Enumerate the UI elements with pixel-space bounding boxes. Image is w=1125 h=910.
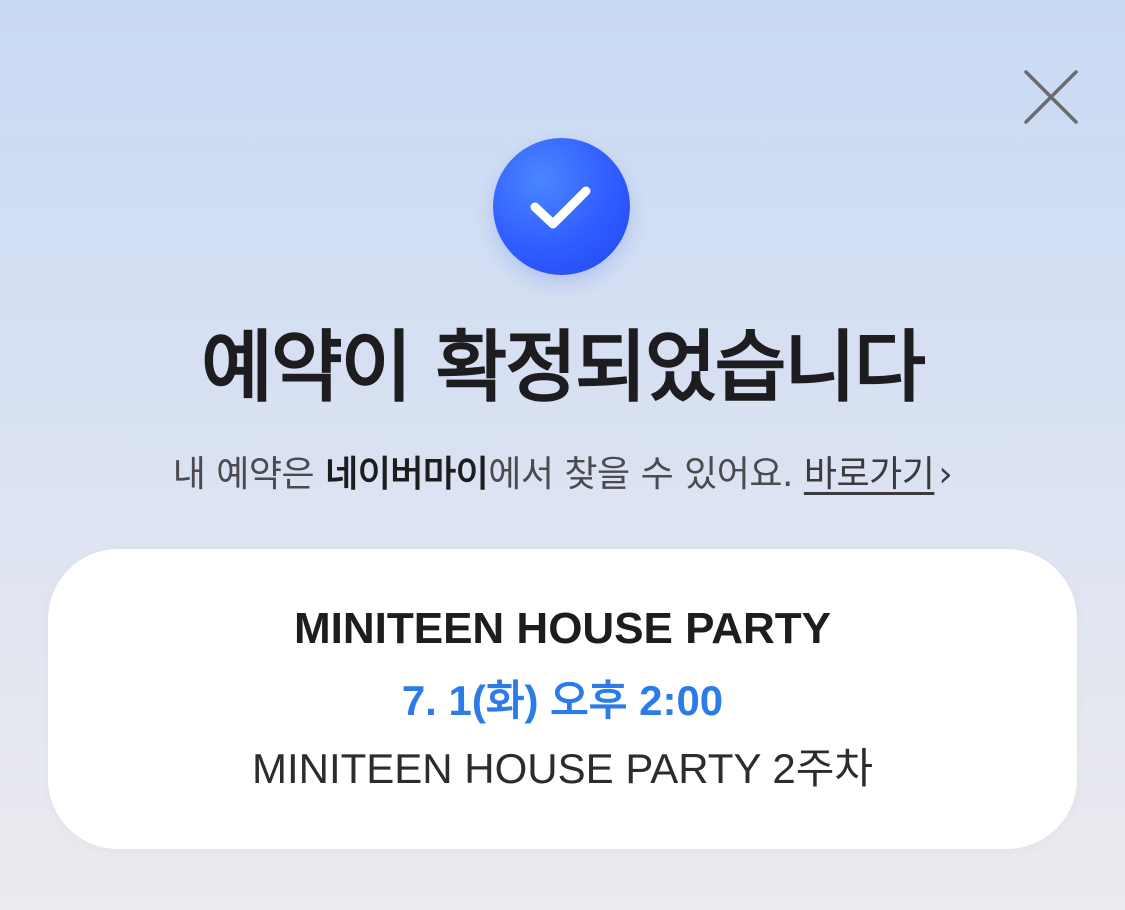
- reservation-location-message: 내 예약은 네이버마이에서 찾을 수 있어요. 바로가기 ›: [0, 450, 1125, 500]
- go-to-link[interactable]: 바로가기: [804, 454, 935, 495]
- close-icon: [1024, 70, 1078, 124]
- booking-summary-card: MINITEEN HOUSE PARTY 7. 1(화) 오후 2:00 MIN…: [48, 549, 1077, 849]
- message-prefix: 내 예약은: [172, 454, 326, 495]
- close-button[interactable]: [1020, 68, 1080, 128]
- event-detail: MINITEEN HOUSE PARTY 2주차: [251, 745, 874, 792]
- check-circle-icon: [493, 138, 630, 275]
- app-name: 네이버마이: [325, 454, 489, 495]
- chevron-right-icon[interactable]: ›: [938, 454, 952, 495]
- event-datetime: 7. 1(화) 오후 2:00: [401, 677, 724, 724]
- checkmark-icon: [530, 186, 591, 229]
- confirmation-title: 예약이 확정되었습니다: [201, 323, 926, 413]
- message-suffix: 에서 찾을 수 있어요.: [488, 454, 804, 495]
- event-title: MINITEEN HOUSE PARTY: [293, 604, 831, 653]
